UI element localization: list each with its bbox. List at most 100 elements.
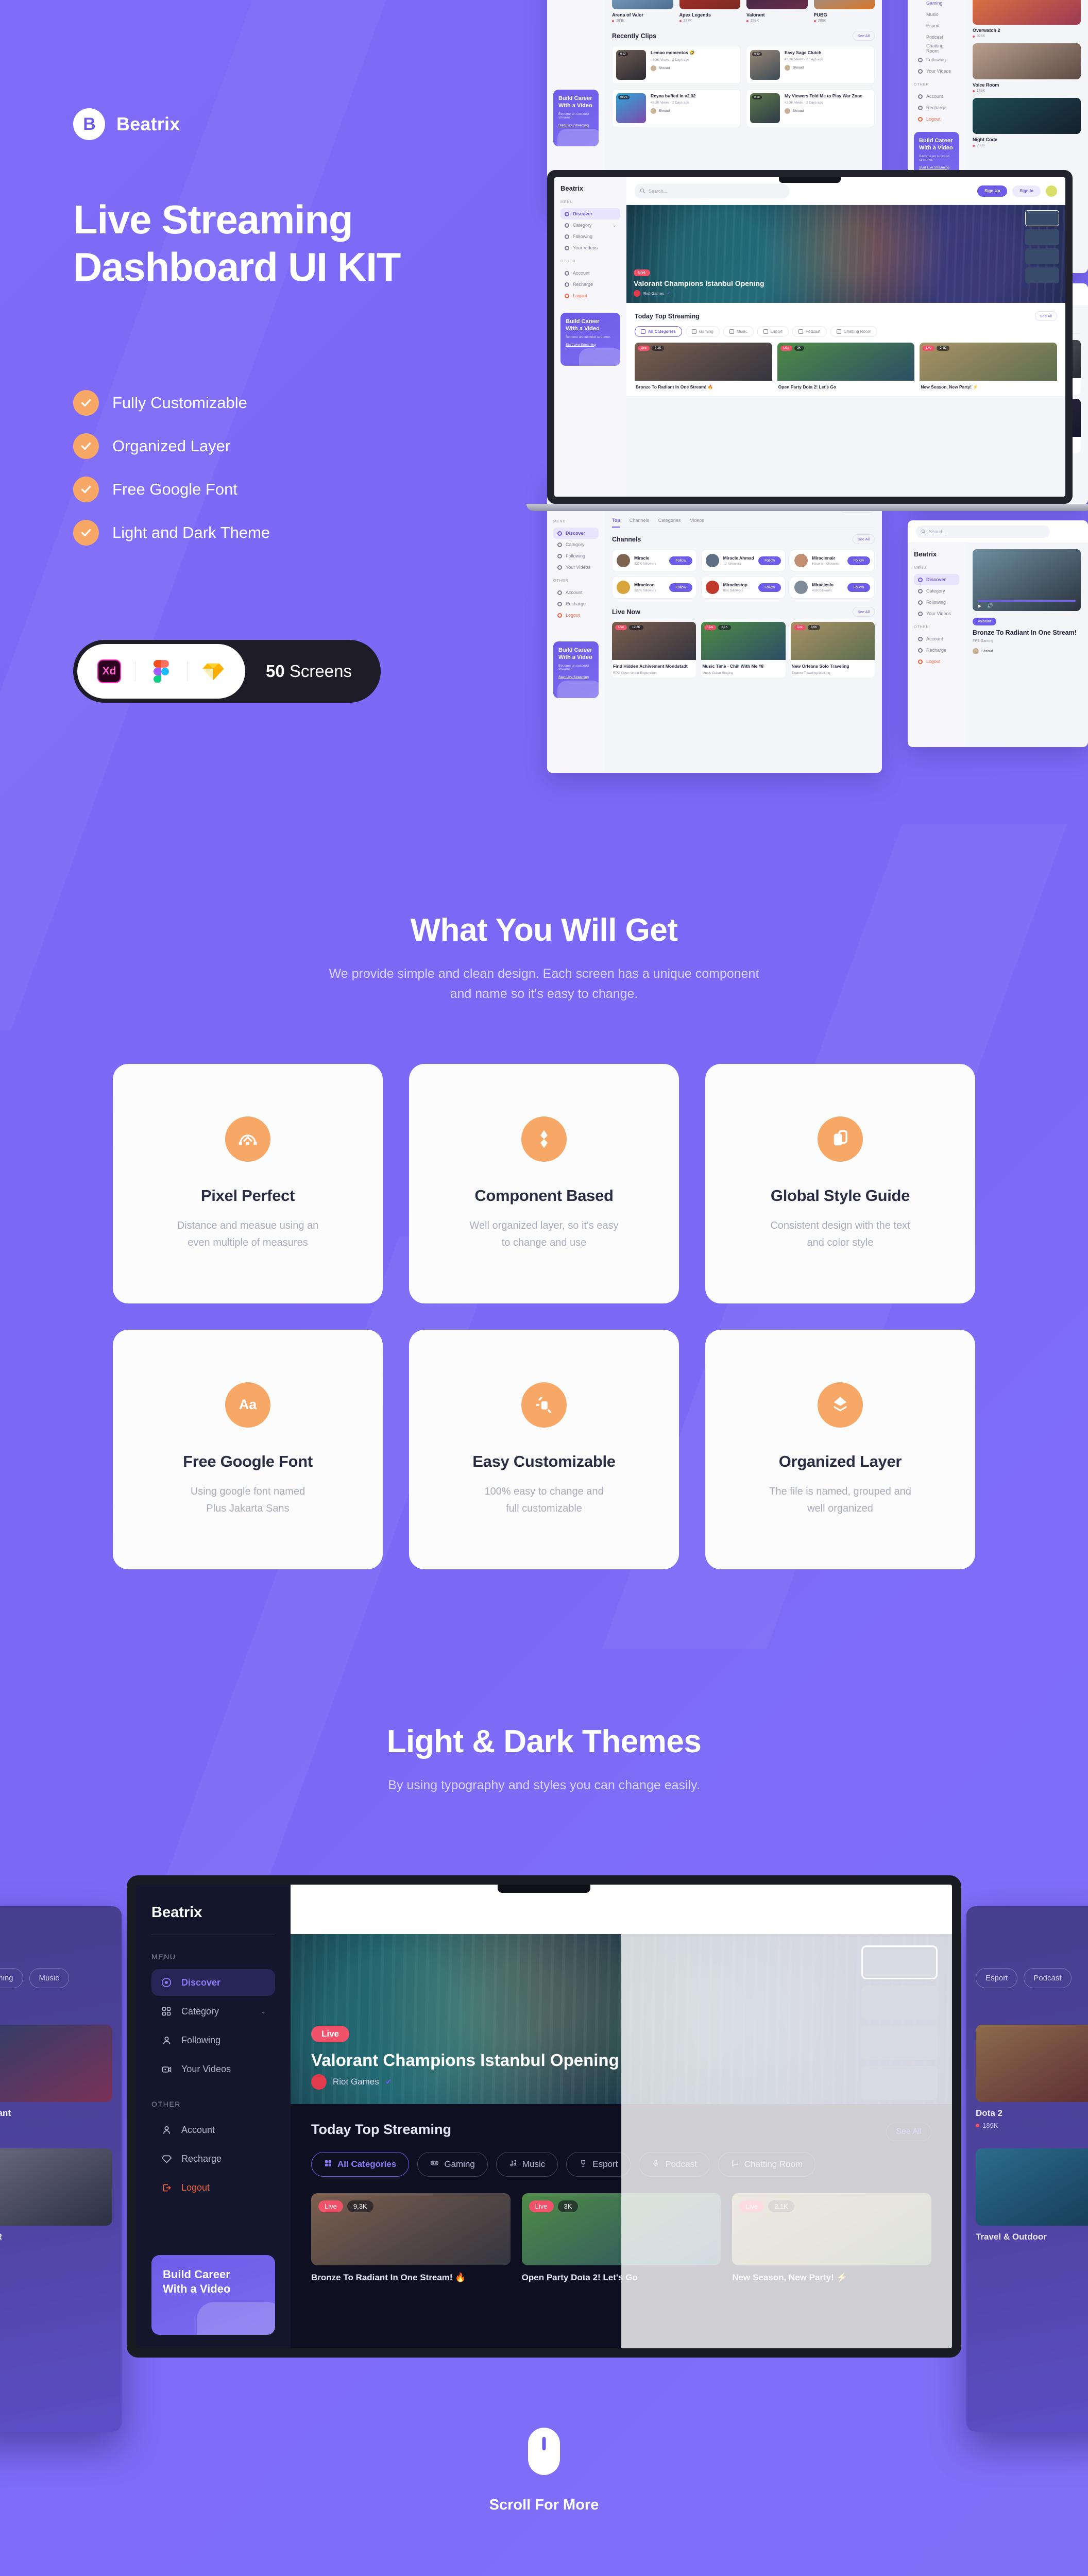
sidebar-item-category[interactable]: Category — [553, 539, 599, 550]
game-card[interactable]: PUBG 283K — [813, 0, 875, 23]
follow-button[interactable]: Follow — [847, 556, 870, 565]
game-card[interactable]: Arena of Valor 283K — [612, 0, 673, 23]
sidebar-item-account[interactable]: Account — [914, 633, 959, 645]
follow-button[interactable]: Follow — [669, 583, 692, 592]
sidebar-subitem[interactable]: Gaming — [914, 0, 959, 9]
gear-icon[interactable] — [767, 1897, 792, 1922]
channel-card[interactable]: Miracle Ahmad 12 followers Follow — [701, 549, 786, 572]
chip-esport[interactable]: Esport — [757, 326, 789, 337]
sidebar-item-your-videos[interactable]: Your Videos — [560, 242, 620, 253]
chip-gaming[interactable]: Gaming — [0, 1968, 23, 1988]
category-item[interactable]: Voice Room 283K — [973, 43, 1081, 93]
chip-podcast[interactable]: Podcast — [639, 2152, 710, 2177]
sidebar-subitem[interactable]: Esport — [914, 20, 959, 31]
channel-card[interactable]: Miracle 327K followers Follow — [612, 549, 697, 572]
chip-music[interactable]: Music — [723, 326, 754, 337]
game-tag[interactable]: Valorant — [973, 618, 996, 625]
video-card[interactable]: Live 8,9K New Orleans Solo Traveling Expl… — [790, 622, 875, 677]
game-cover[interactable] — [976, 2148, 1088, 2226]
see-all-button[interactable]: See All — [852, 31, 875, 41]
chip-podcast[interactable]: Podcast — [1024, 1968, 1072, 1988]
hero-channel[interactable]: Riot Games ✔ — [311, 2074, 392, 2090]
chip-chatting-room[interactable]: Chatting Room — [830, 326, 878, 337]
chip-music[interactable]: Music — [496, 2152, 558, 2177]
chip-esport[interactable]: Esport — [566, 2152, 631, 2177]
chip-music[interactable]: Music — [29, 1968, 69, 1988]
sidebar-subitem[interactable]: Podcast — [914, 31, 959, 43]
follow-button[interactable]: Follow — [758, 583, 781, 592]
sidebar-item-category[interactable]: Category — [914, 585, 959, 597]
game-cover[interactable] — [0, 2148, 112, 2226]
sidebar-item-recharge[interactable]: Recharge — [914, 645, 959, 656]
video-card[interactable]: Live 9,3K Bronze To Radiant In One Stream… — [311, 2193, 511, 2283]
game-cover[interactable] — [976, 2025, 1088, 2102]
search-input[interactable]: Search... — [635, 183, 789, 198]
sidebar-item-recharge[interactable]: Recharge — [151, 2145, 275, 2172]
category-item[interactable]: Overwatch 2 823K — [973, 0, 1081, 38]
user-menu[interactable]: Guerry Stacia ⌄ — [835, 1898, 934, 1921]
chip-chatting-room[interactable]: Chatting Room — [718, 2152, 816, 2177]
chip-podcast[interactable]: Podcast — [792, 326, 827, 337]
sidebar-item-logout[interactable]: Logout — [553, 609, 599, 621]
see-all-button[interactable]: See All — [886, 2123, 931, 2141]
video-card[interactable]: Live 2,1K New Season, New Party! ⚡ — [732, 2193, 931, 2283]
avatar[interactable] — [1046, 185, 1057, 197]
sidebar-item-your-videos[interactable]: Your Videos — [553, 562, 599, 573]
sidebar-item-account[interactable]: Account — [914, 91, 959, 102]
clip-card[interactable]: 0:10 Easy Sage Clutch 43,2K Views · 2 Da… — [746, 46, 875, 84]
sidebar-item-account[interactable]: Account — [553, 587, 599, 598]
channel-card[interactable]: Miraclesio 439 followers Follow — [790, 576, 875, 599]
follow-button[interactable]: Follow — [758, 556, 781, 565]
video-card[interactable]: Live 3K Open Party Dota 2! Let's Go — [521, 2193, 721, 2283]
category-item[interactable]: Night Code 283K — [973, 98, 1081, 147]
search-input[interactable]: Search... — [308, 1897, 478, 1922]
sidebar-item-recharge[interactable]: Recharge — [560, 279, 620, 290]
chip-gaming[interactable]: Gaming — [417, 2152, 488, 2177]
follow-button[interactable]: Follow — [669, 556, 692, 565]
clip-card[interactable]: 01:23 Reyna buffed in v2.32 43,2K Views … — [612, 89, 741, 127]
sidebar-item-following[interactable]: Following — [914, 54, 959, 65]
channel-card[interactable]: Miracleon 327K followers Follow — [612, 576, 697, 599]
chip-all-categories[interactable]: All Categories — [635, 326, 682, 337]
tab-channels[interactable]: Channels — [630, 518, 649, 528]
sidebar-subitem[interactable]: Chatting Room — [914, 43, 959, 54]
sidebar-item-logout[interactable]: Logout — [914, 113, 959, 125]
sidebar-item-discover[interactable]: Discover — [914, 574, 959, 585]
thumbnail-rail[interactable] — [861, 1945, 938, 2100]
thumbnail-rail[interactable] — [1025, 210, 1059, 283]
game-cover[interactable] — [0, 2025, 112, 2102]
sidebar-item-following[interactable]: Following — [560, 231, 620, 242]
video-card[interactable]: Live 12,8K Find Hidden Achivement Mondsta… — [612, 622, 696, 677]
sidebar-item-category[interactable]: Category ⌄ — [560, 219, 620, 231]
sidebar-subitem[interactable]: Music — [914, 9, 959, 20]
channel-card[interactable]: Miraclestop 99K followers Follow — [701, 576, 786, 599]
tab-videos[interactable]: Videos — [690, 518, 704, 528]
sidebar-item-following[interactable]: Following — [151, 2027, 275, 2054]
sidebar-item-logout[interactable]: Logout — [560, 290, 620, 301]
tab-categories[interactable]: Categories — [658, 518, 681, 528]
channel-card[interactable]: Miraclenair Have no followers Follow — [790, 549, 875, 572]
video-player[interactable]: ▶ 🔊 — [973, 549, 1081, 611]
sidebar-item-account[interactable]: Account — [560, 267, 620, 279]
sidebar-item-recharge[interactable]: Recharge — [553, 598, 599, 609]
sidebar-item-your-videos[interactable]: Your Videos — [914, 65, 959, 77]
sign-in-button[interactable]: Sign In — [1012, 185, 1041, 197]
tab-top[interactable]: Top — [612, 518, 620, 528]
sidebar-item-recharge[interactable]: Recharge — [914, 102, 959, 113]
see-all-button[interactable]: See All — [852, 607, 875, 617]
video-card[interactable]: Live 9,3K Bronze To Radiant In One Stream… — [635, 343, 772, 390]
video-card[interactable]: Live 2,1K New Season, New Party! ⚡ — [920, 343, 1057, 390]
game-card[interactable]: Valorant 283K — [746, 0, 808, 23]
clip-card[interactable]: 0:52 Lemao momentos 🤣 43,2K Views · 2 Da… — [612, 46, 741, 84]
sidebar-item-discover[interactable]: Discover — [553, 528, 599, 539]
promo-cta[interactable]: Start Live Streaming — [558, 124, 589, 127]
chip-all-categories[interactable]: All Categories — [311, 2152, 410, 2177]
sidebar-item-discover[interactable]: Discover — [560, 208, 620, 219]
chip-esport[interactable]: Esport — [976, 1968, 1018, 1988]
sidebar-item-your-videos[interactable]: Your Videos — [914, 608, 959, 619]
sidebar-item-your-videos[interactable]: Your Videos — [151, 2056, 275, 2082]
clip-card[interactable]: 0:28 My Viewers Told Me to Play War Zone… — [746, 89, 875, 127]
see-all-button[interactable]: See All — [1034, 311, 1057, 321]
video-card[interactable]: Live 6,1K Music Time - Chill With Me #8 M… — [701, 622, 786, 677]
video-card[interactable]: Live 3K Open Party Dota 2! Let's Go — [777, 343, 915, 390]
